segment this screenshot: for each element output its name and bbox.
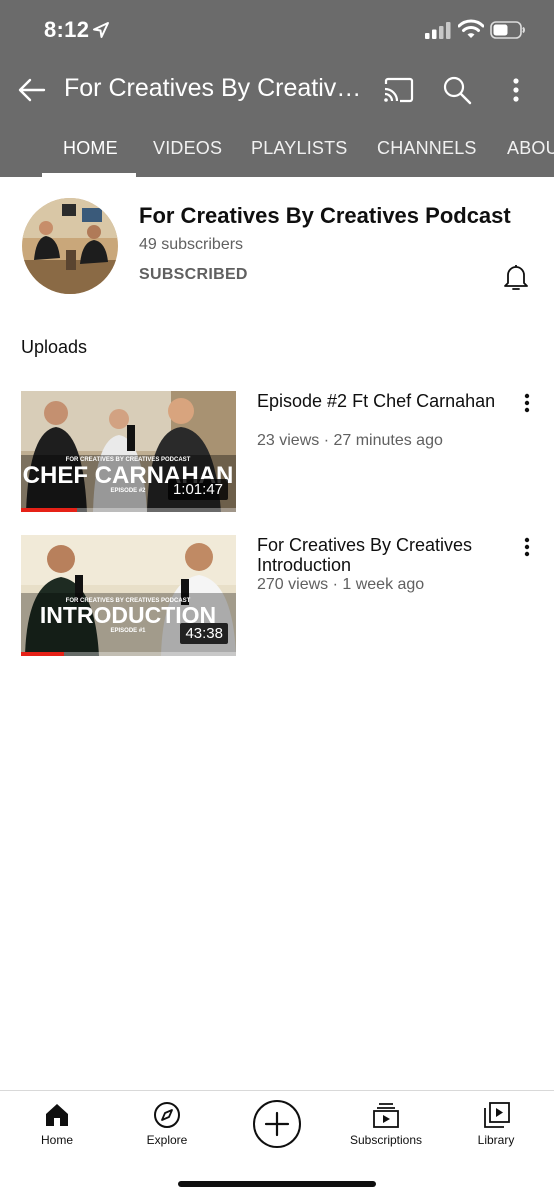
video-meta: 23 views · 27 minutes ago xyxy=(257,432,443,449)
status-bar: 8:12 xyxy=(0,0,554,60)
compass-icon xyxy=(152,1100,182,1130)
library-icon xyxy=(481,1100,511,1130)
cast-icon[interactable] xyxy=(380,72,416,108)
watch-progress xyxy=(21,508,236,512)
nav-library-label: Library xyxy=(477,1133,515,1147)
tab-about[interactable]: ABOUT xyxy=(507,120,554,177)
subscriber-count: 49 subscribers xyxy=(139,236,244,253)
video-more-options-icon[interactable] xyxy=(514,391,540,417)
channel-header: 8:12 For Creatives By Creatives HOME VID… xyxy=(0,0,554,177)
tab-home[interactable]: HOME xyxy=(63,120,118,177)
back-arrow-icon[interactable] xyxy=(14,72,50,108)
watch-progress-fill xyxy=(21,652,64,656)
channel-name: For Creatives By Creatives Podcast xyxy=(139,203,511,228)
create-plus-icon[interactable] xyxy=(252,1099,302,1149)
watch-progress xyxy=(21,652,236,656)
video-meta: 270 views · 1 week ago xyxy=(257,576,425,593)
video-thumbnail[interactable]: FOR CREATIVES BY CREATIVES PODCAST INTRO… xyxy=(21,535,236,656)
video-title[interactable]: Episode #2 Ft Chef Carnahan xyxy=(257,391,497,411)
nav-library[interactable]: Library xyxy=(441,1091,551,1171)
more-options-icon[interactable] xyxy=(498,72,534,108)
video-more-options-icon[interactable] xyxy=(514,535,540,561)
battery-icon xyxy=(490,20,526,40)
nav-home-label: Home xyxy=(40,1133,73,1147)
nav-home[interactable]: Home xyxy=(2,1091,112,1171)
tab-videos[interactable]: VIDEOS xyxy=(153,120,222,177)
nav-explore[interactable]: Explore xyxy=(112,1091,222,1171)
active-tab-indicator xyxy=(42,173,136,177)
video-title[interactable]: For Creatives By Creatives Introduction xyxy=(257,535,497,575)
search-icon[interactable] xyxy=(439,72,475,108)
video-thumbnail[interactable]: FOR CREATIVES BY CREATIVES PODCAST CHEF … xyxy=(21,391,236,512)
home-icon xyxy=(42,1100,72,1130)
tab-channels[interactable]: CHANNELS xyxy=(377,120,477,177)
uploads-section-title: Uploads xyxy=(21,337,88,357)
video-duration: 1:01:47 xyxy=(167,479,228,500)
wifi-icon xyxy=(457,19,485,39)
nav-subscriptions[interactable]: Subscriptions xyxy=(331,1091,441,1171)
video-duration: 43:38 xyxy=(180,623,228,644)
thumbnail-episode-text: EPISODE #2 xyxy=(110,488,146,494)
app-bar: For Creatives By Creatives Podcast xyxy=(0,60,554,120)
watch-progress-fill xyxy=(21,508,77,512)
nav-subscriptions-label: Subscriptions xyxy=(349,1133,423,1147)
video-list-item: FOR CREATIVES BY CREATIVES PODCAST INTRO… xyxy=(0,535,554,657)
channel-tabs: HOME VIDEOS PLAYLISTS CHANNELS ABOUT xyxy=(0,120,554,177)
home-indicator xyxy=(178,1181,376,1187)
video-list-item: FOR CREATIVES BY CREATIVES PODCAST CHEF … xyxy=(0,391,554,513)
location-arrow-icon xyxy=(91,20,111,40)
notification-bell-icon[interactable] xyxy=(500,261,532,293)
subscribed-button[interactable]: SUBSCRIBED xyxy=(139,266,248,284)
nav-explore-label: Explore xyxy=(146,1133,188,1147)
subscriptions-icon xyxy=(371,1100,401,1130)
status-time: 8:12 xyxy=(44,17,90,42)
thumbnail-episode-text: EPISODE #1 xyxy=(110,628,146,634)
page-title: For Creatives By Creatives Podcast xyxy=(64,74,366,102)
cellular-signal-icon xyxy=(425,21,451,39)
channel-avatar[interactable] xyxy=(22,198,118,294)
tab-playlists[interactable]: PLAYLISTS xyxy=(251,120,348,177)
